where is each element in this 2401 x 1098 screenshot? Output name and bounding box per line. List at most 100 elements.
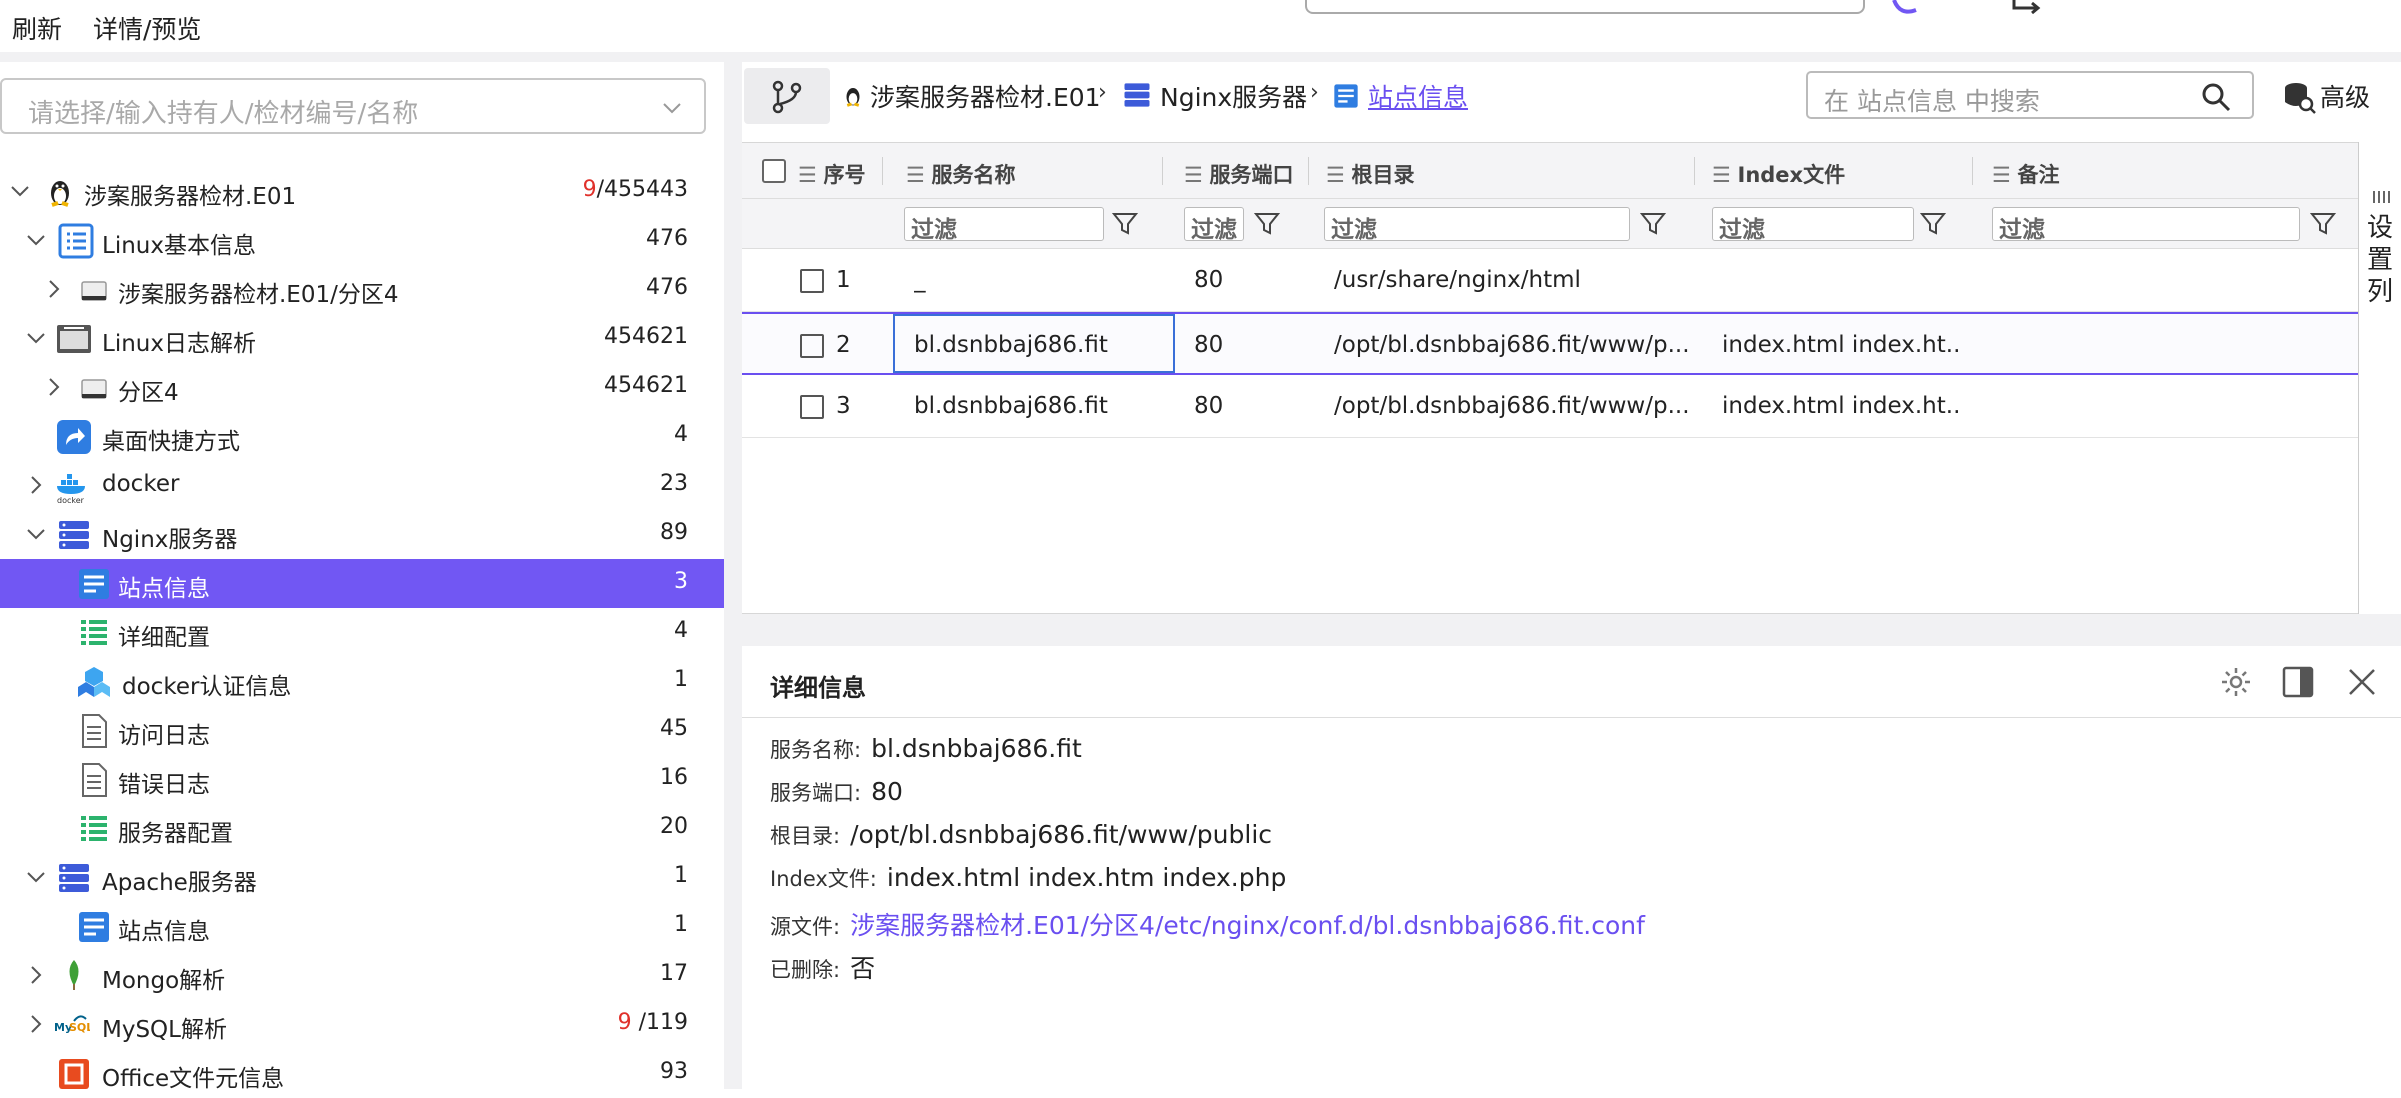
search-icon[interactable] [2200, 81, 2232, 113]
chevron-right-icon[interactable] [26, 475, 46, 495]
tree-node-apache[interactable]: Apache服务器 1 [0, 853, 724, 902]
advanced-button[interactable]: 高级 [2320, 78, 2370, 114]
column-divider[interactable] [1972, 157, 1973, 185]
cell-name: bl.dsnbbaj686.fit [914, 393, 1108, 419]
table-row-selected[interactable]: 2 bl.dsnbbaj686.fit 80 /opt/bl.dsnbbaj68… [742, 312, 2360, 375]
tree-node-partition4-log[interactable]: 分区4 454621 [0, 363, 724, 412]
breadcrumb-item[interactable]: Nginx服务器 [1160, 78, 1307, 114]
chevron-right-icon[interactable] [26, 1014, 46, 1034]
office-icon [59, 1059, 89, 1089]
refresh-button[interactable]: 刷新 [12, 10, 62, 46]
panel-splitter[interactable] [742, 614, 2401, 646]
filter-input-note[interactable]: 过滤 [1992, 207, 2300, 243]
chevron-right-icon[interactable] [26, 965, 46, 985]
source-file-link[interactable]: 涉案服务器检材.E01/分区4/etc/nginx/conf.d/bl.dsnb… [850, 911, 1645, 940]
tree-node-linux-basic-info[interactable]: Linux基本信息 476 [0, 216, 724, 265]
columns-icon [2373, 191, 2390, 203]
column-header-note[interactable]: ☰ 备注 [1992, 159, 2060, 189]
column-divider[interactable] [1308, 157, 1309, 185]
tree-node-docker[interactable]: docker docker 23 [0, 461, 724, 510]
chevron-right-icon[interactable] [44, 279, 64, 299]
site-icon [79, 912, 109, 942]
chevron-down-icon[interactable] [26, 328, 46, 348]
gear-icon[interactable] [2220, 666, 2252, 698]
column-header-no[interactable]: ☰ 序号 [798, 159, 866, 189]
breadcrumb-current[interactable]: 站点信息 [1368, 78, 1468, 114]
filter-icon[interactable] [1920, 211, 1946, 237]
filter-icon[interactable] [1640, 211, 1666, 237]
tree-node-nginx-site-info[interactable]: 站点信息 3 [0, 559, 724, 608]
column-header-root[interactable]: ☰ 根目录 [1326, 159, 1415, 189]
column-settings-tab[interactable]: 设置列 [2358, 142, 2401, 614]
cell-root: /opt/bl.dsnbbaj686.fit/www/p... [1334, 332, 1690, 358]
top-search-box[interactable] [1305, 0, 1865, 14]
tree-node-mysql[interactable]: My SQL MySQL解析 9 /119 [0, 1000, 724, 1049]
filter-icon[interactable] [2310, 211, 2336, 237]
filter-input-port[interactable]: 过滤 [1184, 207, 1244, 243]
export-icon[interactable] [2010, 0, 2046, 14]
chevron-down-icon[interactable] [662, 98, 682, 118]
tree-node-apache-site-info[interactable]: 站点信息 1 [0, 902, 724, 951]
tree-node-server-config[interactable]: 服务器配置 20 [0, 804, 724, 853]
cell-name[interactable]: bl.dsnbbaj686.fit [914, 332, 1164, 358]
evidence-select-placeholder: 请选择/输入持有人/检材编号/名称 [28, 99, 419, 129]
tree-node-label: 桌面快捷方式 [102, 429, 240, 455]
column-divider[interactable] [1694, 157, 1695, 185]
grid-search-input[interactable]: 在 站点信息 中搜索 [1806, 71, 2254, 119]
column-settings-label: 设置列 [2367, 213, 2394, 307]
tree-node-mongo[interactable]: Mongo解析 17 [0, 951, 724, 1000]
column-header-index[interactable]: ☰ Index文件 [1712, 159, 1845, 189]
close-icon[interactable] [2346, 666, 2378, 698]
filter-input-name[interactable]: 过滤 [904, 207, 1104, 243]
cell-name: _ [914, 267, 926, 293]
column-divider[interactable] [882, 157, 883, 185]
row-checkbox[interactable] [800, 269, 824, 293]
tree-node-error-log[interactable]: 错误日志 16 [0, 755, 724, 804]
breadcrumb-separator: › [1098, 80, 1107, 105]
breadcrumb-item[interactable]: 涉案服务器检材.E01 [870, 78, 1101, 114]
evidence-select[interactable]: 请选择/输入持有人/检材编号/名称 [0, 78, 706, 134]
cell-port: 80 [1194, 393, 1224, 419]
detail-field-source-file[interactable]: 源文件: 涉案服务器检材.E01/分区4/etc/nginx/conf.d/bl.… [770, 906, 1645, 942]
table-row[interactable]: 3 bl.dsnbbaj686.fit 80 /opt/bl.dsnbbaj68… [742, 375, 2360, 438]
row-checkbox[interactable] [800, 395, 824, 419]
detail-preview-button[interactable]: 详情/预览 [93, 10, 201, 46]
column-divider[interactable] [1162, 157, 1163, 185]
chevron-icon[interactable] [1812, 0, 1842, 6]
tree-node-label: docker [102, 471, 180, 497]
tree-node-access-log[interactable]: 访问日志 45 [0, 706, 724, 755]
chevron-down-icon[interactable] [26, 867, 46, 887]
column-header-name[interactable]: ☰ 服务名称 [906, 159, 1016, 189]
tree-node-detail-config[interactable]: 详细配置 4 [0, 608, 724, 657]
chevron-down-icon[interactable] [26, 524, 46, 544]
tree-node-label: 站点信息 [118, 919, 210, 945]
branch-button[interactable] [744, 68, 830, 124]
tree-node-linux-log[interactable]: Linux日志解析 454621 [0, 314, 724, 363]
tree-node-docker-auth[interactable]: docker认证信息 1 [0, 657, 724, 706]
tree-node-desktop-shortcut[interactable]: 桌面快捷方式 4 [0, 412, 724, 461]
advanced-search-icon[interactable] [2282, 80, 2316, 114]
chevron-right-icon[interactable] [44, 377, 64, 397]
filter-icon[interactable] [1254, 211, 1280, 237]
row-checkbox[interactable] [800, 334, 824, 358]
panel-splitter[interactable] [724, 62, 742, 1089]
chevron-down-icon[interactable] [26, 230, 46, 250]
panel-toggle-icon[interactable] [2282, 666, 2314, 698]
tree-node-partition4[interactable]: 涉案服务器检材.E01/分区4 476 [0, 265, 724, 314]
tree-node-count: 3 [674, 569, 688, 594]
cell-port: 80 [1194, 332, 1224, 358]
grid-search-placeholder: 在 站点信息 中搜索 [1824, 87, 2040, 116]
search-icon[interactable] [1752, 0, 1782, 6]
filter-icon[interactable] [1112, 211, 1138, 237]
tree-node-nginx[interactable]: Nginx服务器 89 [0, 510, 724, 559]
table-row[interactable]: 1 _ 80 /usr/share/nginx/html [742, 249, 2360, 312]
tree-node-count: 1 [674, 667, 688, 692]
filter-input-root[interactable]: 过滤 [1324, 207, 1630, 243]
tree-node-evidence-root[interactable]: 涉案服务器检材.E01 9/455443 [0, 167, 724, 216]
chevron-down-icon[interactable] [10, 181, 30, 201]
tree-node-office-meta[interactable]: Office文件元信息 93 [0, 1049, 724, 1098]
select-all-checkbox[interactable] [762, 159, 786, 183]
column-header-port[interactable]: ☰ 服务端口 [1184, 159, 1294, 189]
tree-node-label: Apache服务器 [102, 870, 257, 896]
filter-input-index[interactable]: 过滤 [1712, 207, 1914, 243]
